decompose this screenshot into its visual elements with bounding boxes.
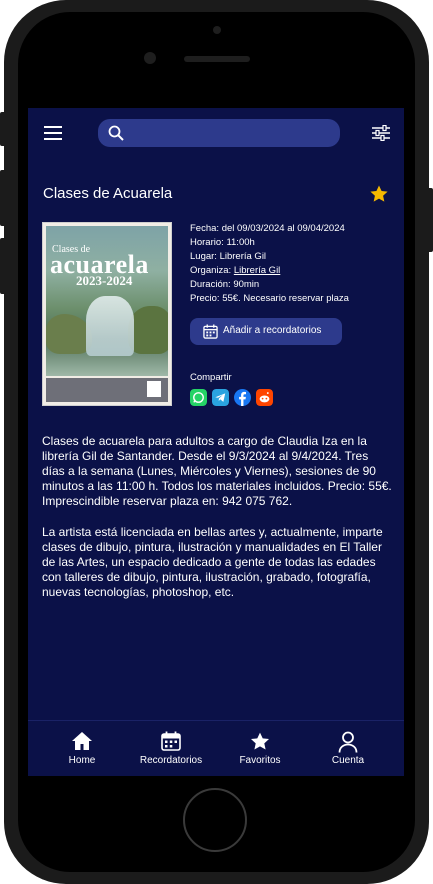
event-title: Clases de Acuarela [43,185,173,202]
nav-favoritos[interactable]: Favoritos [230,721,290,776]
event-poster-image: Clases de acuarela 2023-2024 [42,222,172,406]
top-bar [28,108,404,160]
calendar-icon [203,324,218,339]
organizer-link[interactable]: Librería Gil [234,265,280,276]
event-description-paragraph-2: La artista está licenciada en bellas art… [42,525,383,599]
info-precio: Precio: 55€. Necesario reservar plaza [190,293,349,304]
search-icon [108,125,124,141]
whatsapp-icon[interactable] [190,389,207,406]
volume-up-button [0,170,6,226]
home-hardware-button[interactable] [183,788,247,852]
telegram-icon[interactable] [212,389,229,406]
poster-qr-code [147,381,161,397]
add-reminder-button[interactable]: Añadir a recordatorios [190,318,342,345]
facebook-icon[interactable] [234,389,251,406]
user-icon [338,731,358,753]
info-horario: Horario: 11:00h [190,237,255,248]
share-label: Compartir [190,372,232,383]
nav-favoritos-label: Favoritos [239,755,281,766]
reddit-icon[interactable] [256,389,273,406]
poster-year-text: 2023-2024 [76,273,133,288]
favorite-star-icon[interactable] [369,184,389,204]
nav-home-label: Home [68,755,96,766]
app-screen: Clases de Acuarela Clases de acuarela 20… [28,108,404,776]
front-camera [144,52,156,64]
search-input[interactable] [134,123,334,145]
nav-cuenta-label: Cuenta [331,755,365,766]
poster-artwork: Clases de acuarela 2023-2024 [46,226,168,376]
add-reminder-label: Añadir a recordatorios [223,325,322,336]
mute-switch [0,112,6,146]
filter-sliders-icon[interactable] [372,125,390,141]
volume-down-button [0,238,6,294]
event-info: Fecha: del 09/03/2024 al 09/04/2024 Hora… [190,222,349,306]
info-fecha: Fecha: del 09/03/2024 al 09/04/2024 [190,223,345,234]
info-organiza: Organiza: Librería Gil [190,265,281,276]
power-button [427,188,433,252]
nav-recordatorios[interactable]: Recordatorios [134,721,208,776]
star-icon [250,732,270,750]
home-icon [72,732,92,750]
nav-recordatorios-label: Recordatorios [139,755,203,766]
info-duracion: Duración: 90min [190,279,260,290]
event-description-paragraph-1: Clases de acuarela para adultos a cargo … [42,434,392,508]
menu-icon[interactable] [44,126,62,140]
nav-home[interactable]: Home [52,721,112,776]
info-lugar: Lugar: Librería Gil [190,251,267,262]
nav-cuenta[interactable]: Cuenta [320,721,376,776]
search-bar[interactable] [98,119,340,147]
earpiece-speaker [184,56,250,62]
sensor [213,26,221,34]
bottom-navigation: Home Recordatorios Favoritos Cuenta [28,720,404,776]
calendar-icon [161,731,181,751]
